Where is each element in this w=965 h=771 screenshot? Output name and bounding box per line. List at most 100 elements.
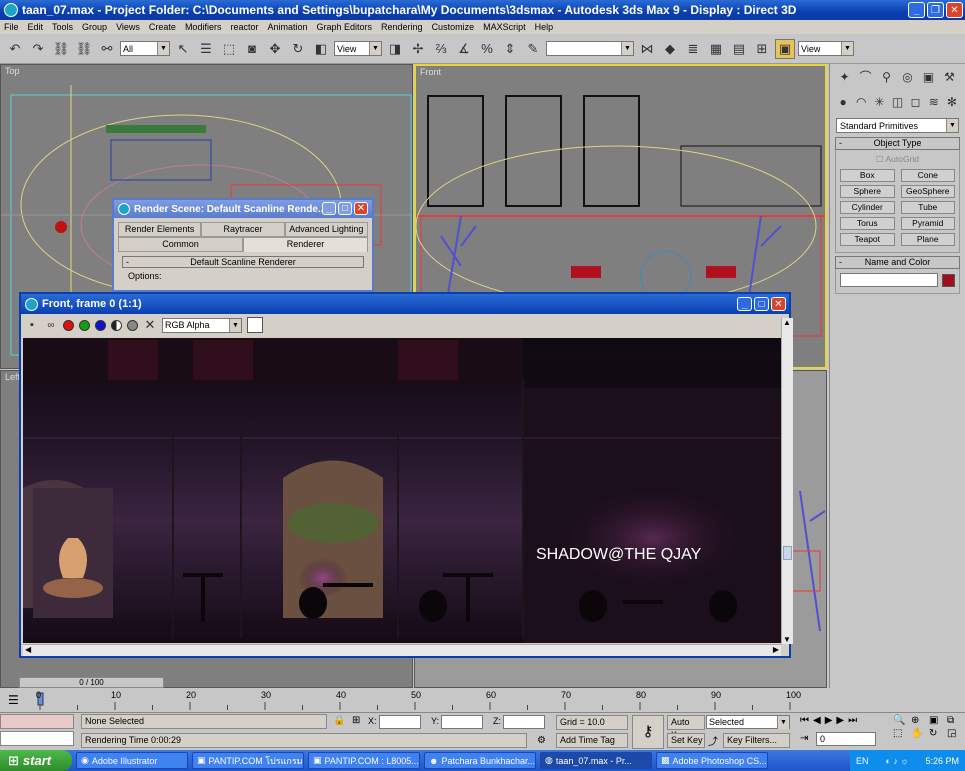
motion-tab-icon[interactable]: ◎ — [899, 68, 916, 85]
hierarchy-tab-icon[interactable]: ⚲ — [878, 68, 895, 85]
minimize-button[interactable]: _ — [908, 2, 925, 18]
render-vertical-scrollbar[interactable]: ▲ ▼ — [781, 318, 793, 644]
goto-start-icon[interactable]: ⏮ — [800, 715, 809, 726]
x-coordinate-input[interactable] — [379, 715, 421, 729]
start-button[interactable]: ⊞ start — [0, 750, 72, 771]
zoom-icon[interactable]: 🔍 — [893, 715, 909, 726]
pixel-color-swatch[interactable] — [247, 317, 263, 333]
taskbar-item[interactable]: ▩ Adobe Photoshop CS... — [656, 752, 768, 769]
scroll-left-icon[interactable]: ◀ — [25, 645, 31, 654]
menu-reactor[interactable]: reactor — [230, 22, 258, 32]
primitive-category-dropdown[interactable]: Standard Primitives ▼ — [836, 118, 959, 133]
scale-icon[interactable]: ◧ — [311, 39, 331, 59]
set-key-icon[interactable]: ⚷ — [632, 715, 664, 749]
geosphere-button[interactable]: GeoSphere — [900, 185, 955, 198]
channel-dropdown[interactable]: RGB Alpha ▼ — [162, 317, 242, 333]
torus-button[interactable]: Torus — [840, 217, 895, 230]
time-tag-icon[interactable]: ⚙ — [537, 735, 546, 746]
menu-customize[interactable]: Customize — [432, 22, 475, 32]
menu-create[interactable]: Create — [149, 22, 176, 32]
render-scene-close-button[interactable]: ✕ — [354, 202, 368, 215]
menu-tools[interactable]: Tools — [52, 22, 73, 32]
scroll-down-icon[interactable]: ▼ — [783, 635, 791, 644]
systems-icon[interactable]: ✻ — [945, 93, 959, 110]
render-frame-minimize-button[interactable]: _ — [737, 297, 752, 311]
object-color-swatch[interactable] — [942, 273, 955, 287]
scanline-renderer-rollout[interactable]: - Default Scanline Renderer — [122, 256, 364, 268]
goto-end-icon[interactable]: ⏭ — [848, 715, 857, 726]
render-scene-maximize-button[interactable]: □ — [338, 202, 352, 215]
render-scene-icon[interactable]: ▣ — [775, 38, 795, 59]
auto-key-button[interactable]: Auto Key — [667, 715, 705, 740]
menu-file[interactable]: File — [4, 22, 19, 32]
blue-channel-toggle[interactable] — [95, 319, 106, 331]
y-coordinate-input[interactable] — [441, 715, 483, 729]
next-frame-icon[interactable]: ▶ — [836, 715, 844, 726]
zoom-extents-all-icon[interactable]: ⧉ — [947, 715, 963, 726]
move-icon[interactable]: ✥ — [265, 39, 285, 59]
object-name-input[interactable] — [840, 273, 938, 287]
clone-frame-icon[interactable]: ∞ — [44, 318, 58, 332]
geometry-icon[interactable]: ● — [836, 93, 850, 110]
play-icon[interactable]: ▶ — [825, 715, 833, 726]
render-horizontal-scrollbar[interactable]: ◀ ▶ — [23, 644, 781, 656]
plane-button[interactable]: Plane — [900, 233, 955, 246]
lock-selection-icon[interactable]: 🔒 — [333, 715, 345, 726]
select-object-icon[interactable]: ↖ — [173, 39, 193, 59]
previous-frame-icon[interactable]: ◀ — [813, 715, 821, 726]
menu-graph-editors[interactable]: Graph Editors — [317, 22, 373, 32]
spinner-snap-icon[interactable]: ⇕ — [500, 39, 520, 59]
time-slider[interactable]: 0 / 100 — [19, 677, 164, 688]
tab-raytracer[interactable]: Raytracer — [201, 222, 285, 237]
mini-curve-editor-icon[interactable]: ☰ — [8, 693, 19, 707]
link-icon[interactable]: ⛓ — [51, 39, 71, 59]
cylinder-button[interactable]: Cylinder — [840, 201, 895, 214]
create-tab-icon[interactable]: ✦ — [836, 68, 853, 85]
cameras-icon[interactable]: ◫ — [890, 93, 904, 110]
window-crossing-icon[interactable]: ◙ — [242, 39, 262, 59]
pyramid-button[interactable]: Pyramid — [900, 217, 955, 230]
key-filters-button[interactable]: Key Filters... — [723, 733, 790, 748]
viewport-label-left[interactable]: Left — [5, 372, 20, 382]
menu-views[interactable]: Views — [116, 22, 140, 32]
tray-icons[interactable]: ◐ ♪ ☼ — [885, 756, 908, 766]
menu-animation[interactable]: Animation — [267, 22, 307, 32]
tab-render-elements[interactable]: Render Elements — [118, 222, 202, 237]
viewport-label-front[interactable]: Front — [420, 67, 441, 77]
menu-edit[interactable]: Edit — [28, 22, 44, 32]
edit-named-selections-icon[interactable]: ✎ — [523, 39, 543, 59]
restore-button[interactable]: ❐ — [927, 2, 944, 18]
autogrid-checkbox[interactable]: ☐ AutoGrid — [840, 154, 955, 165]
render-frame-maximize-button[interactable]: □ — [754, 297, 769, 311]
region-zoom-icon[interactable]: ⬚ — [893, 728, 909, 739]
mirror-icon[interactable]: ⋈ — [637, 39, 657, 59]
taskbar-item[interactable]: ◉ Adobe Illustrator — [76, 752, 188, 769]
select-by-name-icon[interactable]: ☰ — [196, 39, 216, 59]
tab-common[interactable]: Common — [118, 237, 243, 252]
lights-icon[interactable]: ✳ — [872, 93, 886, 110]
ref-coord-dropdown[interactable]: View ▼ — [334, 41, 382, 56]
set-key-button[interactable]: Set Key — [667, 733, 705, 748]
monochrome-toggle[interactable] — [127, 319, 138, 331]
percent-snap-icon[interactable]: % — [477, 39, 497, 59]
pivot-center-icon[interactable]: ◨ — [385, 39, 405, 59]
redo-icon[interactable]: ↷ — [28, 39, 48, 59]
green-channel-toggle[interactable] — [79, 319, 90, 331]
taskbar-item[interactable]: ▣ PANTIP.COM : L8005... — [308, 752, 420, 769]
viewport-label-top[interactable]: Top — [5, 66, 20, 76]
select-manipulate-icon[interactable]: ✢ — [408, 39, 428, 59]
name-and-color-rollout[interactable]: - Name and Color — [835, 256, 960, 269]
rect-selection-icon[interactable]: ⬚ — [219, 39, 239, 59]
schematic-view-icon[interactable]: ▤ — [729, 39, 749, 59]
spacewarps-icon[interactable]: ≋ — [927, 93, 941, 110]
tab-renderer[interactable]: Renderer — [243, 237, 368, 252]
bind-spacewarp-icon[interactable]: ⚯ — [97, 39, 117, 59]
menu-maxscript[interactable]: MAXScript — [483, 22, 526, 32]
modify-tab-icon[interactable]: ⌒ — [857, 68, 874, 85]
sphere-button[interactable]: Sphere — [840, 185, 895, 198]
cone-button[interactable]: Cone — [900, 169, 955, 182]
align-icon[interactable]: ◆ — [660, 39, 680, 59]
unlink-icon[interactable]: ⛓ — [74, 39, 94, 59]
track-bar[interactable]: 0 10 20 30 40 50 60 70 80 90 100 — [35, 690, 825, 712]
selection-filter-dropdown[interactable]: All ▼ — [120, 41, 170, 56]
